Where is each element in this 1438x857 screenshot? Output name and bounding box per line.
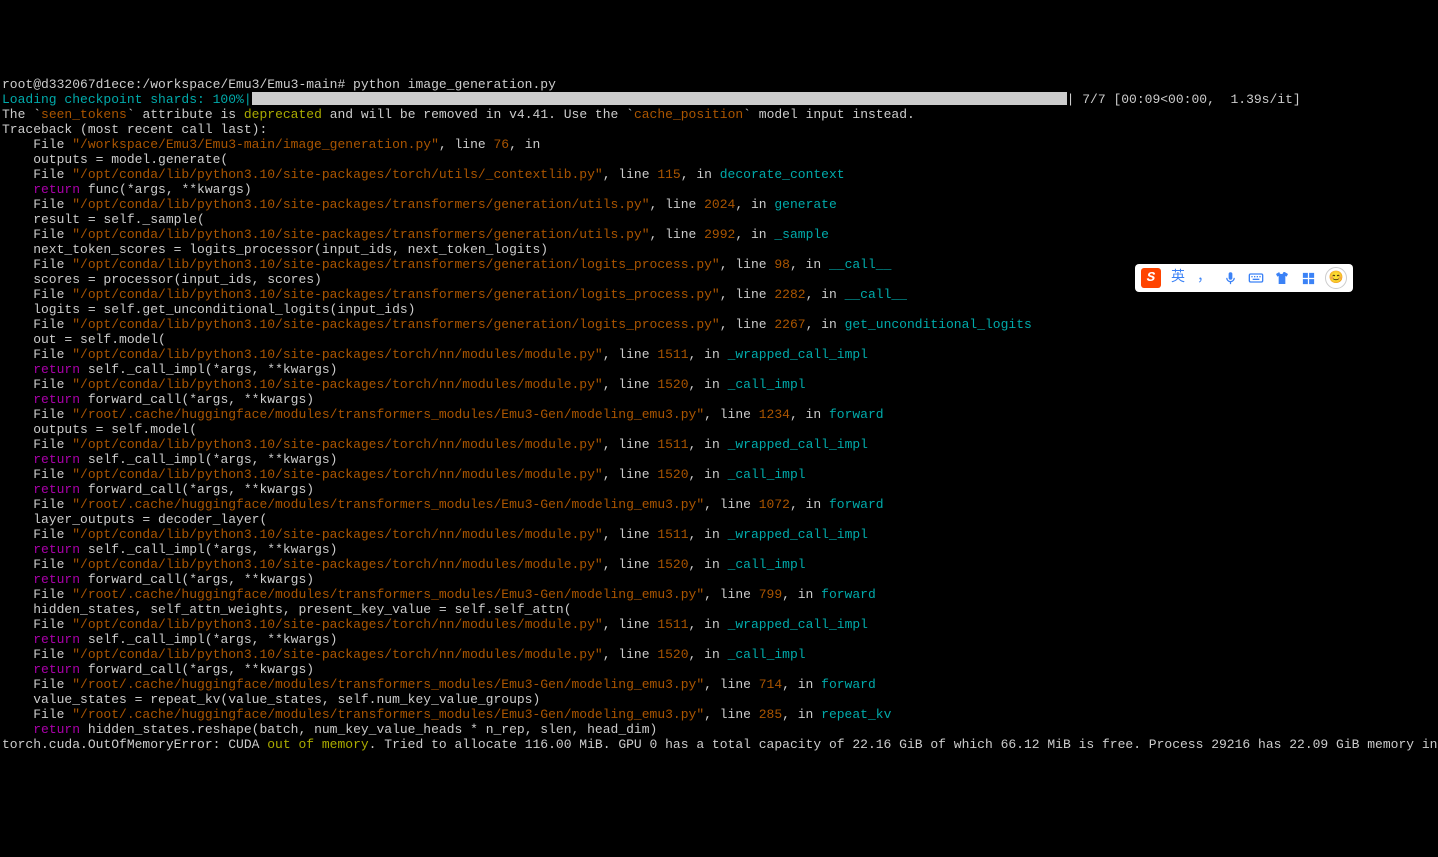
sogou-logo-icon[interactable]: S: [1141, 268, 1161, 288]
warn-deprecated: deprecated: [244, 107, 322, 122]
keyboard-icon[interactable]: [1247, 269, 1265, 287]
ime-lang-indicator[interactable]: 英: [1169, 269, 1187, 287]
warn-text: The `: [2, 107, 41, 122]
grid-icon[interactable]: [1299, 269, 1317, 287]
traceback-header: Traceback (most recent call last):: [2, 122, 267, 137]
warn-token: seen_tokens: [41, 107, 127, 122]
oom-highlight: out of memory: [267, 737, 368, 752]
warn-cache: cache_position: [634, 107, 743, 122]
ime-punct-indicator[interactable]: ，: [1195, 269, 1213, 287]
oom-text: . Tried to allocate 116.00 MiB. GPU 0 ha…: [369, 737, 1438, 752]
warn-text: ` attribute is: [127, 107, 244, 122]
shirt-icon[interactable]: [1273, 269, 1291, 287]
shell-prompt: root@d332067d1ece:/workspace/Emu3/Emu3-m…: [2, 77, 556, 92]
loading-prefix: Loading checkpoint shards: 100%|: [2, 92, 252, 107]
progress-bar: [252, 92, 1067, 105]
microphone-icon[interactable]: [1221, 269, 1239, 287]
loading-suffix: | 7/7 [00:09<00:00, 1.39s/it]: [1067, 92, 1301, 107]
emoji-icon[interactable]: 😊: [1325, 267, 1347, 289]
ime-toolbar[interactable]: S 英 ， 😊: [1135, 264, 1353, 292]
warn-text: and will be removed in v4.41. Use the `: [322, 107, 634, 122]
oom-text: torch.cuda.OutOfMemoryError: CUDA: [2, 737, 267, 752]
warn-text: ` model input instead.: [743, 107, 915, 122]
terminal-output[interactable]: root@d332067d1ece:/workspace/Emu3/Emu3-m…: [0, 60, 1438, 752]
